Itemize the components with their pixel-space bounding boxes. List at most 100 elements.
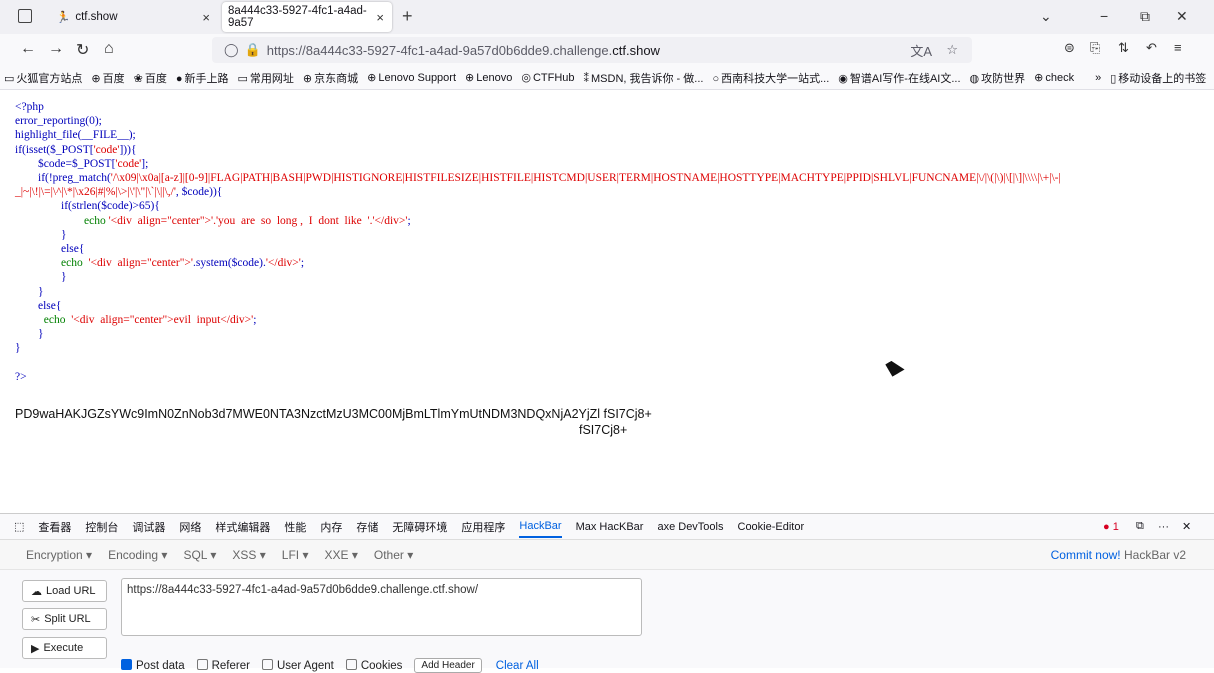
menu-sql[interactable]: SQL ▾ [183,548,216,562]
tab-memory[interactable]: 内存 [320,519,342,535]
hackbar-menu: Encryption ▾ Encoding ▾ SQL ▾ XSS ▾ LFI … [0,540,1214,570]
forward-button[interactable]: → [48,40,64,58]
bookmark-item[interactable]: ○ 西南科技大学一站式... [712,70,829,86]
add-header-button[interactable]: Add Header [414,658,482,673]
url-bar[interactable]: ◯ 🔒 https://8a444c33-5927-4fc1-a4ad-9a57… [212,37,972,63]
post-data-checkbox[interactable]: Post data [121,659,185,672]
error-badge[interactable]: ● 1 [1103,521,1119,533]
bookmark-item[interactable]: ❀ 百度 [134,70,167,86]
adworld-icon: ◍ [969,72,980,85]
home-button[interactable]: ⌂ [104,40,114,58]
account-icon[interactable]: ⊜ [1064,40,1075,56]
close-icon[interactable]: × [376,10,384,25]
referer-checkbox[interactable]: Referer [196,659,250,672]
baidu-icon: ❀ [133,72,143,85]
menu-encoding[interactable]: Encoding ▾ [108,548,167,562]
bookmark-item[interactable]: ● 新手上路 [176,70,229,86]
mobile-folder-icon: ▯ [1110,72,1117,85]
close-devtools-button[interactable]: ✕ [1182,520,1191,533]
folder-icon: ▭ [237,72,248,85]
menu-encryption[interactable]: Encryption ▾ [26,548,92,562]
element-picker-icon[interactable]: ⬚ [14,520,24,533]
bookmarks-overflow-button[interactable]: » [1095,72,1101,84]
command-output-line1: PD9waHAKJGZsYWc9ImN0ZnNob3d7MWE0NTA3Nzct… [15,407,652,421]
bookmark-item[interactable]: ⊕ Lenovo Support [367,71,456,84]
tab-challenge[interactable]: 8a444c33-5927-4fc1-a4ad-9a57 × [222,2,392,32]
menu-other[interactable]: Other ▾ [374,548,413,562]
new-tab-button[interactable]: + [402,6,413,27]
shield-icon[interactable]: ◯ [224,42,239,58]
tab-debugger[interactable]: 调试器 [132,519,165,535]
url-domain: ctf.show [612,42,660,58]
tab-overview-icon[interactable] [18,9,32,23]
clear-all-link[interactable]: Clear All [496,660,539,672]
devtools-panel: ⬚ 查看器 控制台 调试器 网络 样式编辑器 性能 内存 存储 无障碍环境 应用… [0,513,1214,673]
back-button[interactable]: ← [20,40,36,58]
tab-strip: 🏃 ctf.show × 8a444c33-5927-4fc1-a4ad-9a5… [0,0,1214,34]
php-source-code: <?php error_reporting(0); highlight_file… [15,101,1061,383]
play-icon: ▶ [31,642,40,655]
bookmark-item[interactable]: ▭ 常用网址 [238,70,294,86]
execute-button[interactable]: ▶ Execute [22,637,107,659]
hackbar-toolbar-icon[interactable]: ⇅ [1118,40,1129,56]
tab-inspector[interactable]: 查看器 [38,519,71,535]
ctf-favicon-icon: 🏃 [56,12,71,24]
commit-info: Commit now! HackBar v2 [1050,547,1186,562]
tab-network[interactable]: 网络 [179,519,201,535]
bookmark-item[interactable]: ⁑ MSDN, 我告诉你 - 做... [584,70,704,86]
reload-button[interactable]: ↻ [76,40,89,60]
user-agent-checkbox[interactable]: User Agent [261,659,334,672]
ctfhub-icon: ◎ [521,72,531,84]
menu-lfi[interactable]: LFI ▾ [282,548,309,562]
menu-icon[interactable]: ≡ [1174,40,1182,55]
bookmarks-toolbar: ▭ 火狐官方站点 ⊕ 百度 ❀ 百度 ● 新手上路 ▭ 常用网址 ⊕ 京东商城 ⊕ Lenov… [0,66,1214,90]
close-icon[interactable]: × [202,10,210,25]
tab-cookie-editor[interactable]: Cookie-Editor [738,521,805,533]
globe-icon: ⊕ [1034,72,1044,84]
tab-ctfshow[interactable]: 🏃 ctf.show × [48,0,218,34]
bookmark-item[interactable]: ▯ 移动设备上的书签 [1110,70,1206,86]
tab-hackbar[interactable]: HackBar [519,520,562,538]
close-window-button[interactable]: ✕ [1176,8,1188,25]
bookmark-item[interactable]: ⊕ Lenovo [465,71,512,84]
translate-icon[interactable]: 文A [910,41,932,60]
commit-now-link[interactable]: Commit now! [1051,548,1121,562]
undo-icon[interactable]: ↶ [1146,40,1157,56]
more-options-button[interactable]: ··· [1158,521,1169,533]
checkbox-icon [261,659,273,670]
tab-axe-devtools[interactable]: axe DevTools [657,521,723,533]
bookmark-item[interactable]: ⊕ 百度 [91,70,124,86]
tab-style-editor[interactable]: 样式编辑器 [215,519,270,535]
tab-performance[interactable]: 性能 [284,519,306,535]
menu-xxe[interactable]: XXE ▾ [324,548,357,562]
search-icon: ○ [712,72,720,85]
load-url-button[interactable]: ☁ Load URL [22,580,107,602]
bookmark-item[interactable]: ⊕ 京东商城 [303,70,358,86]
tab-accessibility[interactable]: 无障碍环境 [392,519,447,535]
star-icon[interactable]: ☆ [946,42,958,58]
tab-console[interactable]: 控制台 [85,519,118,535]
bookmark-item[interactable]: ▭ 火狐官方站点 [4,70,82,86]
minimize-button[interactable]: − [1100,8,1108,24]
menu-xss[interactable]: XSS ▾ [232,548,265,562]
bookmark-item[interactable]: ⊕ check [1034,71,1074,84]
tab-storage[interactable]: 存储 [356,519,378,535]
bookmark-item[interactable]: ◍ 攻防世界 [970,70,1026,86]
hackbar-url-input[interactable]: https://8a444c33-5927-4fc1-a4ad-9a57d0b6… [121,578,642,636]
extensions-icon[interactable]: ⎘ [1090,40,1100,56]
dock-icon[interactable]: ⧉ [1136,520,1144,533]
lock-icon[interactable]: 🔒 [245,42,261,58]
cookies-checkbox[interactable]: Cookies [345,659,402,672]
tab-application[interactable]: 应用程序 [461,519,505,535]
scissors-icon: ✂ [31,613,41,626]
tab-max-hackbar[interactable]: Max HacKBar [576,521,644,533]
split-url-button[interactable]: ✂ Split URL [22,608,107,630]
zhipu-icon: ◉ [838,72,848,85]
bookmark-item[interactable]: ◉ 智谱AI写作-在线AI文... [838,70,960,86]
tab-list-dropdown-icon[interactable]: ⌄ [1040,8,1052,25]
globe-icon: ⊕ [91,72,101,85]
cloud-download-icon: ☁ [31,585,42,598]
bookmark-item[interactable]: ◎ CTFHub [521,71,574,84]
nav-bar: ← → ↻ ⌂ ◯ 🔒 https://8a444c33-5927-4fc1-a… [0,34,1214,66]
restore-button[interactable]: ⧉ [1140,8,1150,25]
